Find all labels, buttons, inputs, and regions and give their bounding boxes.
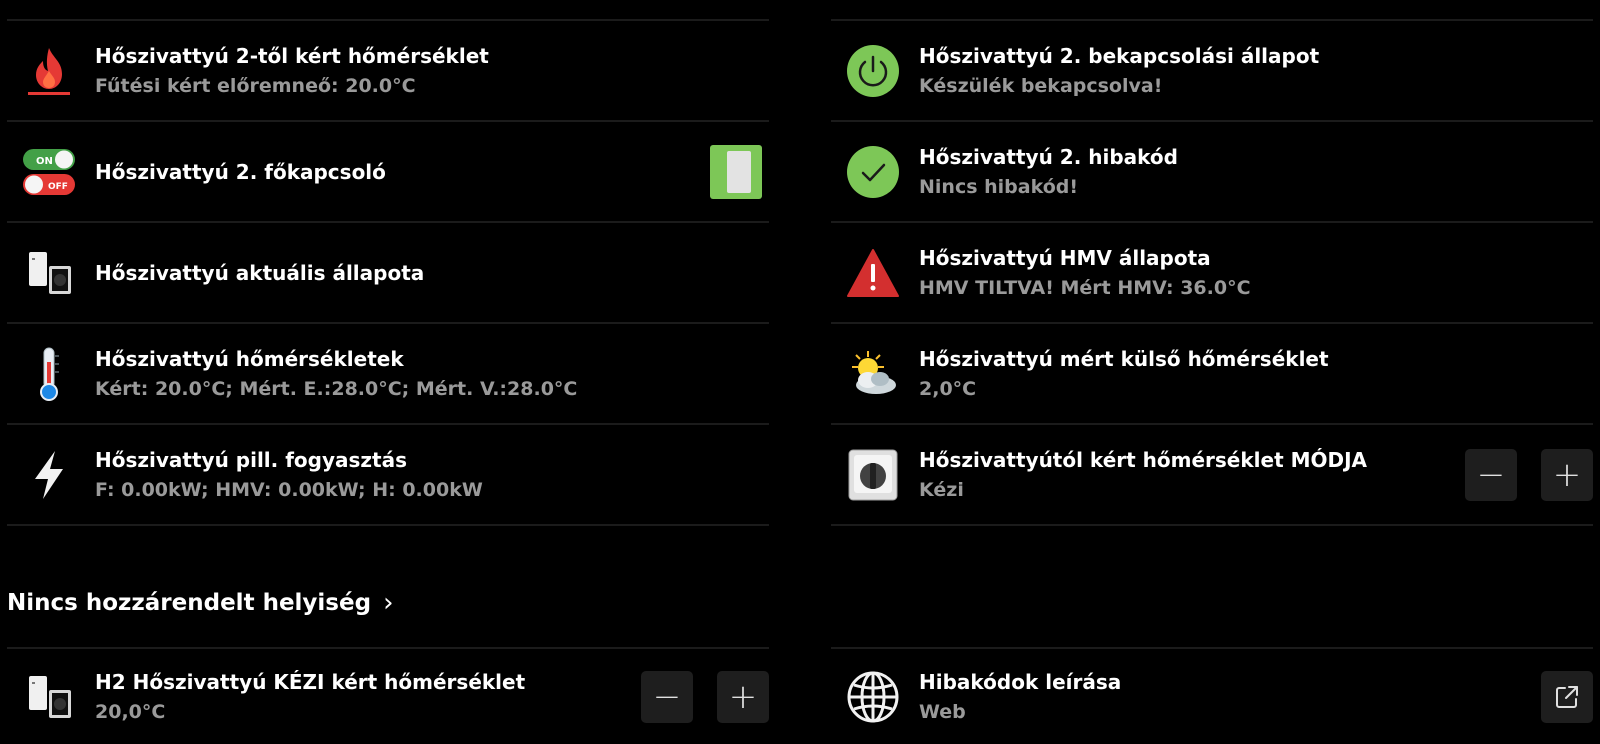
hp2-main-switch-row[interactable]: ON OFF Hőszivattyú 2. főkapcsoló bbox=[7, 122, 769, 223]
hp-consumption-row[interactable]: Hőszivattyú pill. fogyasztás F: 0.00kW; … bbox=[7, 425, 769, 526]
left-column: Hőszivattyú 2-től kért hőmérséklet Fűtés… bbox=[7, 0, 769, 526]
warning-icon bbox=[845, 245, 901, 301]
power-icon bbox=[845, 43, 901, 99]
section-header-unassigned-room[interactable]: Nincs hozzárendelt helyiség › bbox=[7, 588, 393, 618]
hp2-requested-temp-row[interactable]: Hőszivattyú 2-től kért hőmérséklet Fűtés… bbox=[7, 21, 769, 122]
row-subtitle: Fűtési kért előremneő: 20.0°C bbox=[95, 74, 416, 97]
row-title: Hőszivattyú HMV állapota bbox=[919, 245, 1211, 270]
row-title: Hőszivattyú aktuális állapota bbox=[95, 260, 425, 285]
row-title: Hőszivattyú 2. főkapcsoló bbox=[95, 159, 386, 184]
weather-icon bbox=[845, 346, 901, 402]
row-subtitle: F: 0.00kW; HMV: 0.00kW; H: 0.00kW bbox=[95, 478, 483, 501]
chevron-right-icon: › bbox=[383, 588, 394, 618]
row-subtitle: 2,0°C bbox=[919, 377, 977, 400]
row-title: Hőszivattyú 2. hibakód bbox=[919, 144, 1178, 169]
row-subtitle: Web bbox=[919, 700, 966, 723]
error-codes-description-row[interactable]: Hibakódok leírása Web bbox=[831, 649, 1593, 744]
thermometer-icon bbox=[21, 346, 77, 402]
row-title: Hőszivattyú mért külső hőmérséklet bbox=[919, 346, 1329, 371]
toggle-knob bbox=[727, 150, 751, 193]
row-subtitle: Kért: 20.0°C; Mért. E.:28.0°C; Mért. V.:… bbox=[95, 377, 578, 400]
row-title: Hőszivattyú hőmérsékletek bbox=[95, 346, 404, 371]
row-title: Hibakódok leírása bbox=[919, 669, 1122, 694]
open-external-button[interactable] bbox=[1541, 670, 1593, 723]
hp-temp-mode-row[interactable]: Hőszivattyútól kért hőmérséklet MÓDJA Ké… bbox=[831, 425, 1593, 526]
row-title: Hőszivattyú 2-től kért hőmérséklet bbox=[95, 43, 489, 68]
lightning-icon bbox=[21, 447, 77, 503]
hp-temperatures-row[interactable]: Hőszivattyú hőmérsékletek Kért: 20.0°C; … bbox=[7, 324, 769, 425]
rotary-switch-icon bbox=[845, 447, 901, 503]
on-off-switch-icon: ON OFF bbox=[21, 144, 77, 200]
check-icon bbox=[845, 144, 901, 200]
globe-icon bbox=[845, 669, 901, 725]
external-link-icon bbox=[1556, 685, 1578, 708]
section-title: Nincs hozzárendelt helyiség bbox=[7, 590, 372, 616]
decrease-button[interactable]: − bbox=[1465, 448, 1517, 501]
h2-manual-temp-row[interactable]: H2 Hőszivattyú KÉZI kért hőmérséklet 20,… bbox=[7, 649, 769, 744]
increase-button[interactable]: + bbox=[1541, 448, 1593, 501]
heat-pump-unit-icon bbox=[21, 669, 77, 725]
svg-text:ON: ON bbox=[36, 156, 53, 167]
hp-outdoor-temp-row[interactable]: Hőszivattyú mért külső hőmérséklet 2,0°C bbox=[831, 324, 1593, 425]
svg-text:OFF: OFF bbox=[48, 182, 68, 192]
row-subtitle: HMV TILTVA! Mért HMV: 36.0°C bbox=[919, 276, 1251, 299]
right-column: Hőszivattyú 2. bekapcsolási állapot Kész… bbox=[831, 0, 1593, 526]
row-subtitle: Nincs hibakód! bbox=[919, 175, 1079, 198]
main-switch-toggle[interactable] bbox=[710, 144, 762, 199]
hp2-error-code-row[interactable]: Hőszivattyú 2. hibakód Nincs hibakód! bbox=[831, 122, 1593, 223]
heat-pump-unit-icon bbox=[21, 245, 77, 301]
row-title: Hőszivattyú pill. fogyasztás bbox=[95, 447, 408, 472]
hp-dhw-state-row[interactable]: Hőszivattyú HMV állapota HMV TILTVA! Mér… bbox=[831, 223, 1593, 324]
increase-button[interactable]: + bbox=[717, 670, 769, 723]
flame-icon bbox=[21, 43, 77, 99]
row-title: Hőszivattyú 2. bekapcsolási állapot bbox=[919, 43, 1320, 68]
hp2-power-state-row[interactable]: Hőszivattyú 2. bekapcsolási állapot Kész… bbox=[831, 21, 1593, 122]
decrease-button[interactable]: − bbox=[641, 670, 693, 723]
hp-current-state-row[interactable]: Hőszivattyú aktuális állapota bbox=[7, 223, 769, 324]
row-subtitle: Készülék bekapcsolva! bbox=[919, 74, 1163, 97]
